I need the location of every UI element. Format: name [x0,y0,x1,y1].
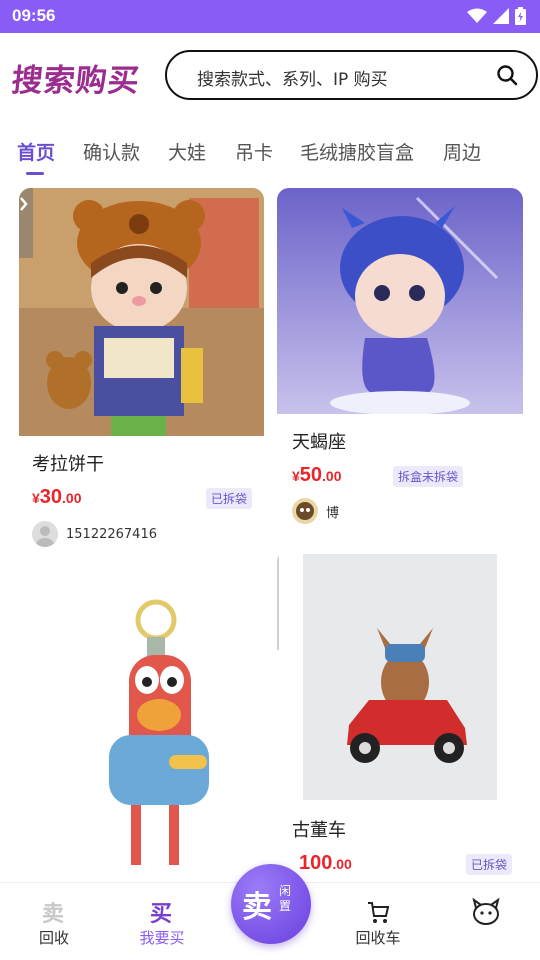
avatar [32,521,58,547]
product-card[interactable]: 考拉饼干 ¥30.00 已拆袋 15122267416 [19,188,264,553]
tab-merch[interactable]: 周边 [443,138,481,165]
nav-label: 回收车 [355,929,401,947]
product-price: 100.00 [299,852,352,874]
seller-info[interactable]: 博 [292,498,339,524]
nav-label: 我要买 [139,929,185,947]
product-image[interactable] [277,188,523,414]
chevron-right-icon[interactable] [19,194,31,214]
buy-icon: 买 [150,902,172,925]
status-time: 09:56 [12,6,56,25]
condition-tag: 拆盒未拆袋 [393,466,464,487]
sell-idle-button[interactable]: 卖 闲置 [231,864,311,944]
nav-recycle-cart[interactable]: 回收车 [338,897,418,948]
nav-buy[interactable]: 买 我要买 [122,897,202,948]
product-image[interactable] [277,550,523,802]
tab-home[interactable]: 首页 [17,138,55,165]
active-tab-indicator [26,172,44,175]
condition-tag: 已拆袋 [206,488,253,509]
tab-big-figure[interactable]: 大娃 [168,138,206,165]
svg-text:卖: 卖 [42,901,64,925]
nav-label: 回收 [38,929,69,947]
search-placeholder[interactable]: 搜索款式、系列、IP 购买 [197,65,388,90]
wifi-icon [467,8,487,23]
category-tabs: 首页 确认款 大娃 吊卡 毛绒搪胶盲盒 周边 [0,130,540,178]
product-card[interactable]: 天蝎座 ¥50.00 拆盒未拆袋 博 [277,188,523,526]
battery-icon [515,7,526,25]
top-header: 搜索购买 搜索款式、系列、IP 购买 [0,33,540,113]
app-logo: 搜索购买 [9,63,142,99]
product-title[interactable]: 天蝎座 [292,428,346,454]
cart-icon [368,902,390,923]
tab-plush-blindbox[interactable]: 毛绒搪胶盲盒 [300,138,414,165]
product-price: ¥30.00 [32,486,82,508]
signal-icon [493,8,509,24]
search-bar[interactable]: 搜索款式、系列、IP 购买 [165,50,538,100]
nav-recycle[interactable]: 卖 回收 [14,897,94,948]
status-bar: 09:56 [0,0,540,33]
product-title[interactable]: 古董车 [292,816,346,842]
tab-confirmed[interactable]: 确认款 [83,138,140,165]
product-title[interactable]: 考拉饼干 [32,450,104,476]
nav-profile[interactable] [446,897,526,927]
tab-hanging-card[interactable]: 吊卡 [235,138,273,165]
profile-icon [472,898,500,925]
search-icon[interactable] [496,64,518,86]
svg-text:买: 买 [150,902,172,925]
seller-name: 博 [326,505,340,521]
product-image[interactable] [19,565,264,882]
seller-info[interactable]: 15122267416 [32,521,157,547]
condition-tag: 已拆袋 [466,854,513,875]
product-card[interactable]: 古董车 100.00 已拆袋 [277,550,523,882]
product-card[interactable] [19,565,264,882]
avatar [292,498,318,524]
seller-name: 15122267416 [66,526,157,542]
sell-label: 卖 [242,890,272,925]
product-price: ¥50.00 [292,464,342,486]
status-icons [467,7,526,25]
product-image[interactable] [19,188,264,436]
recycle-icon: 卖 [42,901,64,925]
idle-label: 闲置 [279,884,292,913]
